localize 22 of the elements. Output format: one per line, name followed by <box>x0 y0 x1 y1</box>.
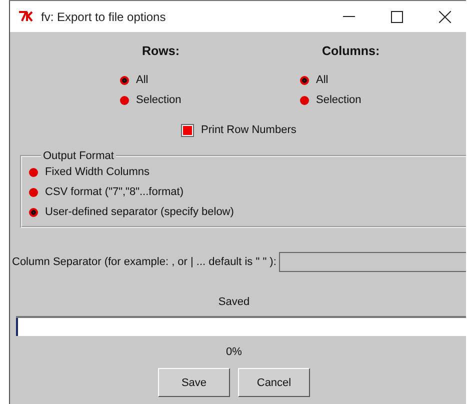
separator-input-field[interactable] <box>279 252 466 272</box>
radio-option[interactable]: CSV format ("7","8"...format) <box>29 182 466 202</box>
radio-option[interactable]: All <box>300 70 328 90</box>
radio-option[interactable]: All <box>120 70 148 90</box>
radio-option[interactable]: Fixed Width Columns <box>29 162 466 182</box>
radio-option[interactable]: Selection <box>300 90 362 110</box>
group-title: Output Format <box>42 150 115 162</box>
close-icon[interactable] <box>439 10 451 22</box>
maximize-icon[interactable] <box>391 10 403 22</box>
columns-heading: Columns: <box>322 44 380 58</box>
app-logo-icon <box>18 11 35 22</box>
radio-option[interactable]: User-defined separator (specify below) <box>29 202 466 222</box>
progress-title: Saved <box>218 296 250 308</box>
field-label: Column Separator (for example: , or | ... default is " " ): <box>12 256 276 268</box>
progress-reading: 0% <box>226 346 242 358</box>
radio-option[interactable]: Selection <box>120 90 182 110</box>
cancel-button[interactable]: Cancel <box>238 368 310 397</box>
save-button[interactable]: Save <box>158 368 230 397</box>
minimize-icon[interactable] <box>343 16 355 18</box>
rows-heading: Rows: <box>142 44 180 58</box>
print-row-numbers-checkbox[interactable]: Print Row Numbers <box>182 124 466 136</box>
window-title: fv: Export to file options <box>41 10 167 24</box>
